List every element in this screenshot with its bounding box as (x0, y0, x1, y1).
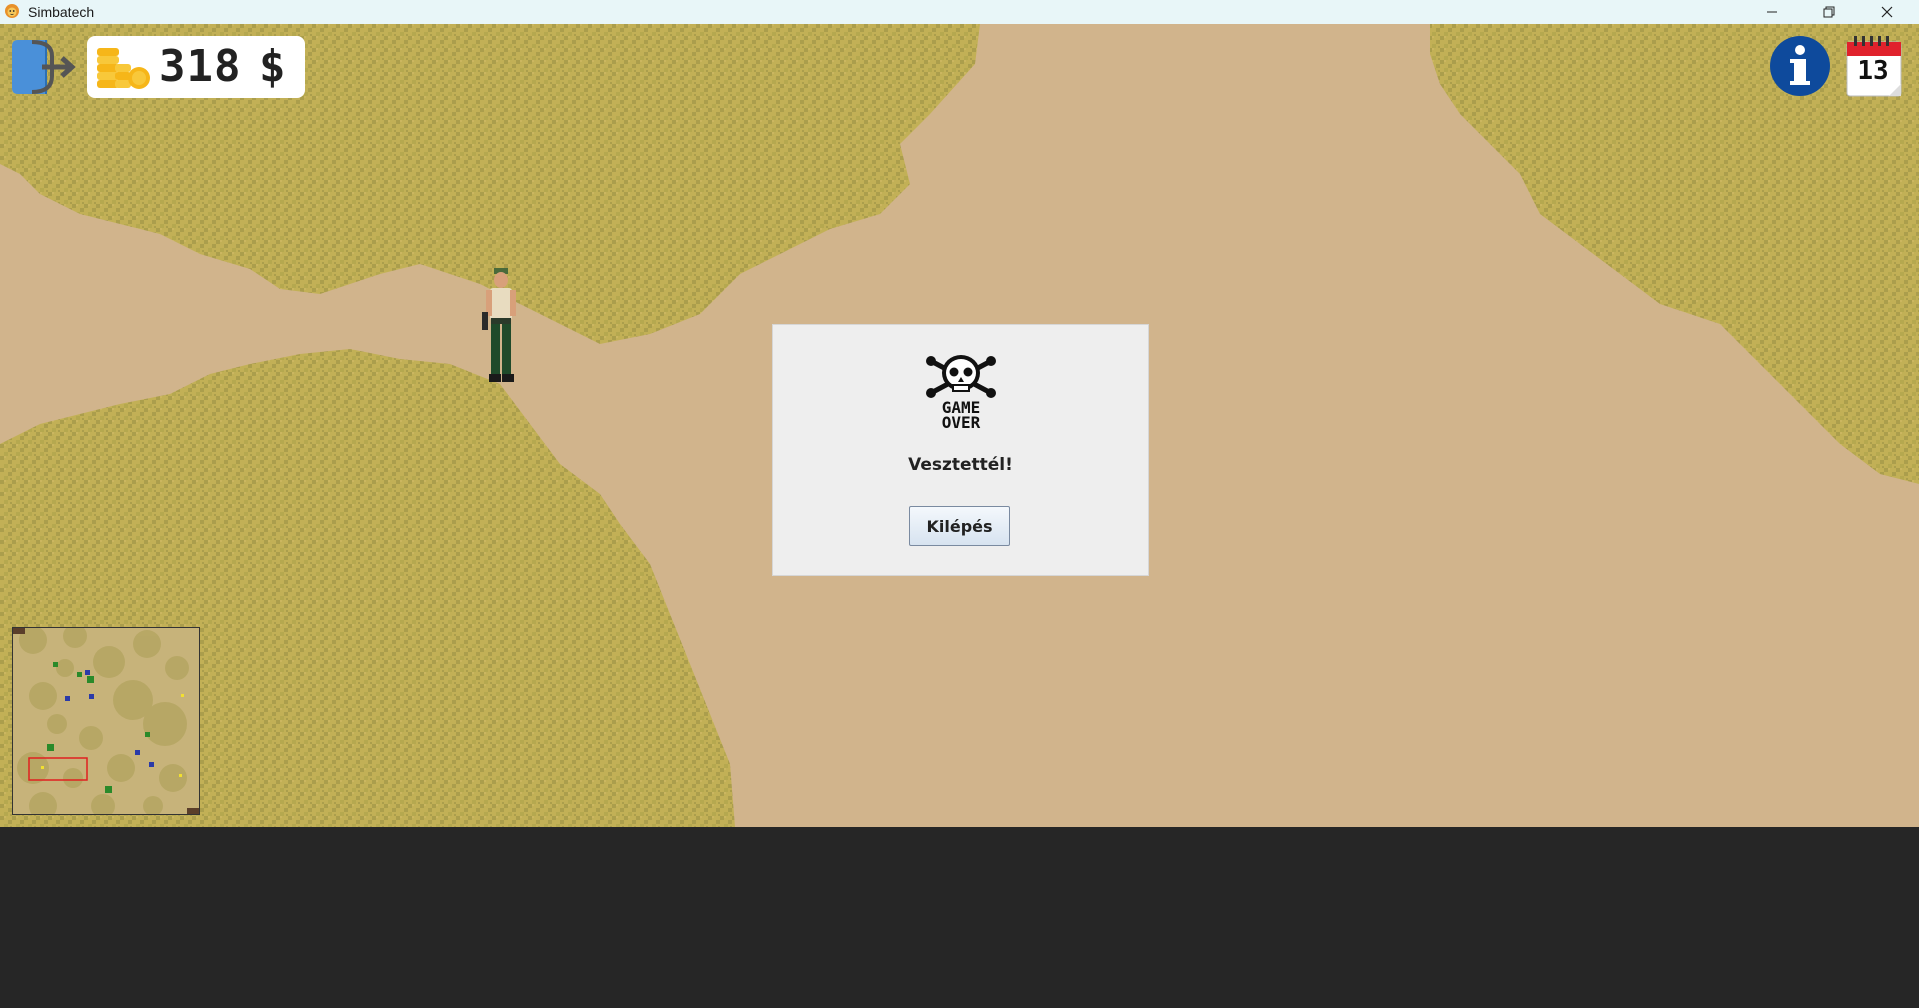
minimize-button[interactable] (1749, 0, 1795, 24)
coins-icon (97, 48, 150, 89)
game-map[interactable]: 318 $ 13 GAME OVER Vesztettél! Kilépés (0, 24, 1919, 827)
game-over-line2: OVER (942, 413, 981, 429)
money-currency: $ (259, 41, 286, 92)
close-button[interactable] (1864, 0, 1910, 24)
money-value: 318 (159, 41, 242, 92)
window-titlebar: Simbatech (0, 0, 1919, 24)
ranger-character[interactable] (482, 268, 522, 386)
skull-crossbones-icon: GAME OVER (926, 355, 996, 429)
exit-door-icon[interactable] (12, 36, 78, 98)
bottom-empty-area (0, 827, 1919, 1008)
info-icon[interactable] (1768, 34, 1832, 98)
minimap-view (13, 624, 199, 820)
close-icon (1881, 6, 1893, 18)
game-over-dialog: GAME OVER Vesztettél! Kilépés (772, 324, 1149, 576)
calendar-day: 13 (1857, 56, 1889, 86)
window-title: Simbatech (28, 4, 95, 20)
calendar-button[interactable]: 13 (1845, 36, 1905, 98)
minimize-icon (1767, 11, 1777, 13)
restore-button[interactable] (1806, 0, 1852, 24)
restore-icon (1823, 6, 1835, 18)
dialog-message: Vesztettél! (908, 455, 1013, 475)
minimap[interactable] (12, 624, 200, 820)
exit-game-button[interactable]: Kilépés (909, 506, 1010, 546)
money-panel: 318 $ (87, 36, 305, 98)
app-lion-icon (5, 4, 19, 18)
